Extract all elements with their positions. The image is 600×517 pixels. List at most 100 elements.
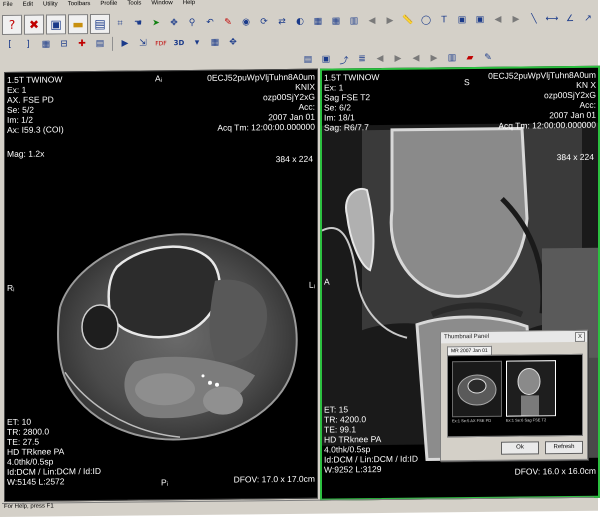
orientation-bottom: Pᵢ — [161, 477, 169, 488]
open-hand-icon[interactable]: ☚ — [130, 15, 146, 31]
refresh-button[interactable]: Refresh — [545, 440, 583, 455]
close-icon[interactable]: X — [575, 331, 585, 342]
matrix-size: 384 x 224 — [275, 153, 313, 165]
image-icon[interactable]: ▣ — [454, 12, 470, 28]
viewer-axial[interactable]: 1.5T TWINOW Ex: 1 AX. FSE PD Se: 5/2 Im:… — [4, 68, 318, 502]
contrast-icon[interactable]: ◐ — [292, 14, 308, 30]
tab-study-label: MR 2007 Jan 01 — [451, 347, 488, 355]
layout-icon[interactable]: ▤ — [92, 36, 108, 52]
crosshair-icon[interactable]: ✚ — [74, 36, 90, 52]
thumbnail-sagittal[interactable] — [506, 360, 556, 417]
acquisition-time: Acq Tm: 12:00:00.000000 — [498, 119, 596, 131]
grid-icon[interactable]: ▦ — [38, 36, 54, 52]
arrow-right-icon[interactable]: ▶ — [390, 51, 406, 67]
layout-icon[interactable]: ▥ — [346, 13, 362, 29]
overlay-top-left: 1.5T TWINOW Ex: 1 AX. FSE PD Se: 5/2 Im:… — [7, 74, 64, 135]
menu-window[interactable]: Window — [150, 0, 173, 11]
ellipse-icon[interactable]: ◯ — [418, 12, 434, 28]
arrow-left-icon[interactable]: ◀ — [490, 12, 506, 28]
cine-icon[interactable]: ▶ — [117, 36, 133, 52]
layout-icon[interactable]: ▥ — [444, 50, 460, 66]
arrow-left-icon[interactable]: ◀ — [372, 51, 388, 67]
tertiary-toolbar: ▤ ▣ ⤴ ≣ ◀ ▶ ◀ ▶ ▥ ▰ ✎ — [300, 49, 496, 69]
capture-icon[interactable]: ◉ — [238, 14, 254, 30]
image-icon[interactable]: ▣ — [472, 12, 488, 28]
arrow-icon[interactable]: ↗ — [580, 11, 596, 27]
book-icon[interactable]: ▰ — [462, 50, 478, 66]
menu-edit[interactable]: Edit — [22, 2, 34, 13]
3d-icon[interactable]: 3D — [171, 35, 187, 51]
dialog-title-bar[interactable]: Thumbnail Panel X — [441, 330, 587, 344]
menu-toolbars[interactable]: Toolbars — [67, 1, 92, 12]
magnification-label: Mag: 1.2x — [7, 148, 45, 159]
thumbnail-pane: Ex:1 Se:5 AX FSE PD Ex:1 Se:6 Sag FSE T2 — [447, 353, 583, 438]
angle-icon[interactable]: ∠ — [562, 11, 578, 27]
close-icon[interactable]: ✖ — [24, 14, 44, 35]
save-icon[interactable]: ▣ — [318, 52, 334, 68]
pencil-icon[interactable]: ✎ — [220, 15, 236, 31]
thumbnail-sagittal-caption: Ex:1 Se:6 Sag FSE T2 — [506, 417, 547, 423]
zoom-icon[interactable]: ⚲ — [184, 15, 200, 31]
image-icon[interactable]: ▣ — [46, 14, 66, 35]
filter-icon[interactable]: ▾ — [189, 35, 205, 51]
folder-icon[interactable]: ▬ — [68, 14, 88, 35]
overlay-top-right: 0ECJ52puWpVljTuhn8A0um KNIX ozp00SjY2xG … — [207, 72, 315, 133]
image-number: Im: 1/2 — [7, 114, 33, 125]
left-bracket-icon[interactable]: [ — [2, 37, 18, 53]
print-icon[interactable]: ▤ — [90, 13, 110, 35]
overlay-top-right: 0ECJ52puWpVljTuhn8A0um KN X ozp00SjY2xG … — [488, 70, 596, 131]
slice-location: Ax: I59.3 (COI) — [7, 124, 64, 135]
stack-icon[interactable]: ≣ — [354, 51, 370, 67]
thumbnail-sagittal-image — [507, 361, 555, 416]
menu-help[interactable]: Help — [182, 0, 196, 11]
image-number: Im: 18/1 — [324, 112, 355, 123]
orientation-left: Rᵢ — [7, 282, 15, 293]
ruler-icon[interactable]: ✎ — [480, 50, 496, 66]
window-level: W:5145 L:2572 — [7, 476, 65, 487]
window-level: W:9252 L:3129 — [324, 464, 382, 475]
field-of-view: DFOV: 16.0 x 16.0cm — [514, 465, 596, 477]
status-text: For Help, press F1 — [4, 503, 54, 510]
field-of-view: DFOV: 17.0 x 17.0cm — [233, 473, 315, 485]
export-icon[interactable]: ⤴ — [336, 51, 352, 67]
grid-icon[interactable]: ▦ — [207, 35, 223, 51]
grid-icon[interactable]: ▦ — [310, 14, 326, 30]
orientation-right: Lᵢ — [308, 279, 315, 290]
matrix-size: 384 x 224 — [556, 151, 594, 163]
menu-utility[interactable]: Utility — [42, 1, 59, 12]
pdf-icon[interactable]: FDF — [153, 35, 169, 51]
line-icon[interactable]: ╲ — [526, 11, 542, 27]
flip-icon[interactable]: ⇄ — [274, 14, 290, 30]
arrow-right-icon[interactable]: ▶ — [382, 13, 398, 29]
menu-tools[interactable]: Tools — [126, 1, 142, 12]
print-icon[interactable]: ▤ — [300, 52, 316, 68]
menu-file[interactable]: File — [2, 2, 14, 13]
arrow-left-icon[interactable]: ◀ — [408, 51, 424, 67]
right-bracket-icon[interactable]: ] — [20, 37, 36, 53]
measure-icon[interactable]: ⟷ — [544, 11, 560, 27]
arrow-left-icon[interactable]: ◀ — [364, 13, 380, 29]
text-icon[interactable]: T — [436, 12, 452, 28]
undo-icon[interactable]: ↶ — [202, 15, 218, 31]
ok-button[interactable]: Ok — [501, 441, 539, 455]
thumbnail-axial[interactable] — [452, 360, 502, 418]
toolbar-separator — [112, 36, 113, 51]
acquisition-time: Acq Tm: 12:00:00.000000 — [217, 121, 315, 133]
crop-icon[interactable]: ⌗ — [112, 16, 128, 32]
menu-profile[interactable]: Profile — [99, 1, 118, 12]
overlay-bottom-left: ET: 15 TR: 4200.0 TE: 99.1 HD TRknee PA … — [324, 404, 418, 475]
help-icon[interactable]: ? — [2, 14, 22, 35]
orientation-top: S — [464, 77, 470, 88]
arrow-right-icon[interactable]: ▶ — [508, 12, 524, 28]
pan-icon[interactable]: ✥ — [166, 15, 182, 31]
pan-icon[interactable]: ✥ — [225, 34, 241, 50]
arrow-right-icon[interactable]: ▶ — [426, 50, 442, 66]
pointer-icon[interactable]: ➤ — [148, 15, 164, 31]
slice-location: Sag: R6/7.7 — [324, 122, 369, 133]
exam-label: Ex: 1 — [324, 82, 344, 93]
rotate-icon[interactable]: ⟳ — [256, 14, 272, 30]
bounding-icon[interactable]: ⊟ — [56, 36, 72, 52]
pointer-icon[interactable]: ⇲ — [135, 35, 151, 51]
ruler-icon[interactable]: 📏 — [400, 13, 416, 29]
grid-icon[interactable]: ▦ — [328, 13, 344, 29]
